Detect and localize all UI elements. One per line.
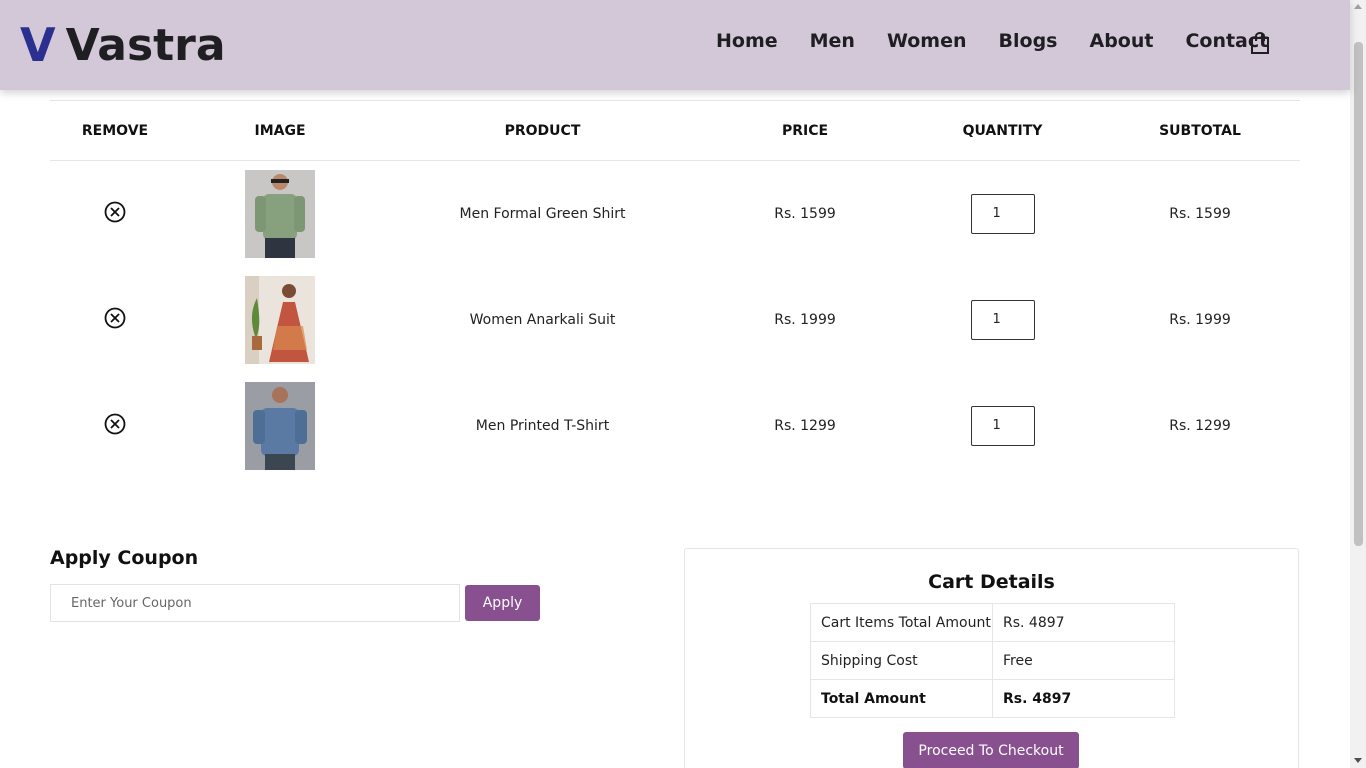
col-header-subtotal: SUBTOTAL (1100, 100, 1300, 161)
quantity-input[interactable] (970, 299, 1035, 340)
table-row: Women Anarkali Suit Rs. 1999 Rs. 1999 (50, 267, 1300, 373)
nav-women[interactable]: Women (887, 30, 967, 52)
cart-details-title: Cart Details (928, 571, 1055, 593)
quantity-cell (905, 161, 1100, 267)
shopping-bag-icon[interactable] (1250, 32, 1270, 54)
quantity-input[interactable] (970, 193, 1035, 234)
image-cell (180, 267, 380, 373)
product-price: Rs. 1599 (774, 205, 836, 222)
scroll-thumb[interactable] (1354, 42, 1363, 546)
nav-about[interactable]: About (1089, 30, 1153, 52)
quantity-input[interactable] (970, 405, 1035, 446)
cart-table: REMOVE IMAGE PRODUCT PRICE QUANTITY SUBT… (50, 100, 1300, 479)
product-name[interactable]: Men Printed T-Shirt (380, 373, 705, 479)
circle-x-icon[interactable] (104, 201, 126, 223)
product-name[interactable]: Men Formal Green Shirt (380, 161, 705, 267)
site-header: V Vastra Home Men Women Blogs About Cont… (0, 0, 1350, 90)
image-cell (180, 161, 380, 267)
cart-details-table: Cart Items Total Amount Rs. 4897 Shippin… (810, 603, 1175, 718)
cart-details-row: Shipping Cost Free (810, 641, 1175, 680)
remove-cell (50, 267, 180, 373)
col-header-product: PRODUCT (380, 100, 705, 161)
circle-x-icon[interactable] (104, 307, 126, 329)
cart-table-header: REMOVE IMAGE PRODUCT PRICE QUANTITY SUBT… (50, 100, 1300, 161)
col-header-remove: REMOVE (50, 100, 180, 161)
coupon-input[interactable] (50, 584, 460, 622)
total-amount-label: Total Amount (810, 679, 993, 718)
remove-cell (50, 161, 180, 267)
scroll-up-arrow-icon[interactable] (1354, 4, 1362, 9)
cart-details-row: Cart Items Total Amount Rs. 4897 (810, 603, 1175, 642)
nav-men[interactable]: Men (810, 30, 855, 52)
shipping-label: Shipping Cost (810, 641, 993, 680)
product-price: Rs. 1299 (774, 417, 836, 434)
cart-total-label: Cart Items Total Amount (810, 603, 993, 642)
product-name[interactable]: Women Anarkali Suit (380, 267, 705, 373)
shipping-value: Free (992, 641, 1175, 680)
product-image-green-shirt[interactable] (245, 169, 315, 258)
circle-x-icon[interactable] (104, 413, 126, 435)
scroll-down-arrow-icon[interactable] (1354, 758, 1362, 763)
apply-coupon-button[interactable]: Apply (465, 585, 540, 621)
logo[interactable]: V Vastra (20, 18, 226, 72)
cart-details-panel: Cart Details Cart Items Total Amount Rs.… (684, 548, 1299, 768)
quantity-cell (905, 267, 1100, 373)
table-row: Men Printed T-Shirt Rs. 1299 Rs. 1299 (50, 373, 1300, 479)
nav-blogs[interactable]: Blogs (999, 30, 1058, 52)
col-header-quantity: QUANTITY (905, 100, 1100, 161)
col-header-image: IMAGE (180, 100, 380, 161)
logo-mark: V (20, 18, 56, 72)
product-subtotal: Rs. 1299 (1169, 417, 1231, 434)
total-amount-value: Rs. 4897 (992, 679, 1175, 718)
logo-text: Vastra (65, 19, 226, 71)
cart-details-row: Total Amount Rs. 4897 (810, 679, 1175, 718)
main-nav: Home Men Women Blogs About Contact (700, 30, 1284, 52)
product-image-anarkali-suit[interactable] (245, 275, 315, 364)
cart-total-value: Rs. 4897 (992, 603, 1175, 642)
image-cell (180, 373, 380, 479)
remove-cell (50, 373, 180, 479)
product-subtotal: Rs. 1599 (1169, 205, 1231, 222)
quantity-cell (905, 373, 1100, 479)
product-price: Rs. 1999 (774, 311, 836, 328)
col-header-price: PRICE (705, 100, 905, 161)
product-subtotal: Rs. 1999 (1169, 311, 1231, 328)
page-scrollbar[interactable] (1350, 0, 1366, 768)
proceed-to-checkout-button[interactable]: Proceed To Checkout (903, 732, 1079, 768)
coupon-title: Apply Coupon (50, 547, 199, 569)
nav-home[interactable]: Home (716, 30, 778, 52)
table-row: Men Formal Green Shirt Rs. 1599 Rs. 1599 (50, 161, 1300, 267)
product-image-printed-tshirt[interactable] (245, 381, 315, 470)
